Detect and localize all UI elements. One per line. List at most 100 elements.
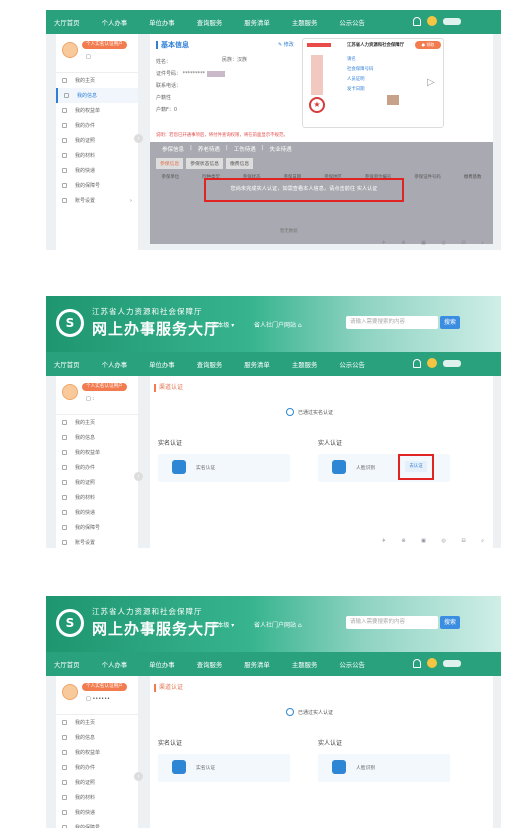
apply-button[interactable]: ● 领取 [415, 41, 441, 49]
sidebar-item-materials[interactable]: 我的材料 [56, 148, 138, 163]
region-select[interactable]: ☆省本级 ▾ [206, 620, 234, 629]
user-name: □ [86, 54, 91, 60]
nav-item[interactable]: 个人办事 [102, 660, 128, 669]
nav-item[interactable]: 服务清单 [244, 18, 270, 27]
sidebar-item-info[interactable]: 我的信息 [56, 430, 138, 445]
gear-icon [62, 198, 67, 203]
main-panel: 渠道认证 已通过实人认证 实名认证 实人认证 实名认证 人脸识别 [150, 676, 493, 828]
nav-item[interactable]: 服务清单 [244, 360, 270, 369]
realname-card[interactable]: 实名认证 [158, 754, 290, 782]
realperson-title: 实人认证 [318, 440, 343, 447]
user-menu-icon[interactable] [443, 17, 461, 25]
alert-text[interactable]: 您尚未完成实人认证，如需查看本人信息，请点击前往 实人认证 [206, 180, 402, 199]
search-button[interactable]: 搜索 [440, 616, 460, 629]
sidebar-item-info[interactable]: 我的信息 [56, 88, 138, 103]
sidebar-item-tasks[interactable]: 我的办件 [56, 118, 138, 133]
subtab-status[interactable]: 参保状态信息 [186, 158, 223, 169]
sidebar-item-materials[interactable]: 我的材料 [56, 490, 138, 505]
sidebar-item-settings[interactable]: 账号设置 [56, 535, 138, 548]
sidebar-item-express[interactable]: 我的快递 [56, 163, 138, 178]
collapse-button[interactable]: ‹ [134, 772, 143, 781]
subtab-insurance[interactable]: 参保信息 [156, 158, 184, 169]
edit-link[interactable]: ✎ 修改 [278, 41, 294, 48]
sidebar-item-materials[interactable]: 我的材料 [56, 790, 138, 805]
column-header: 参保证件号码 [414, 175, 441, 180]
nav-item[interactable]: 公示公告 [339, 660, 365, 669]
sidebar-item-tasks[interactable]: 我的办件 [56, 760, 138, 775]
banner-title: 网上办事服务大厅 [92, 320, 221, 338]
sidebar-item-rights[interactable]: 我的权益单 [56, 445, 138, 460]
sidebar-item-settings[interactable]: 账号设置 › [56, 193, 138, 208]
nav-item[interactable]: 公示公告 [339, 18, 365, 27]
avatar-icon[interactable] [427, 16, 437, 26]
sidebar-item-express[interactable]: 我的快递 [56, 505, 138, 520]
card-icon [62, 780, 67, 785]
check-circle-icon [286, 408, 294, 416]
sidebar-item-guarantee[interactable]: 我的保障号 [56, 820, 138, 828]
nav-item[interactable]: 单位办事 [149, 660, 175, 669]
tab-injury[interactable]: 工伤待遇 [228, 145, 262, 153]
nav-item[interactable]: 个人办事 [102, 18, 128, 27]
sidebar-item-guarantee[interactable]: 我的保障号 [56, 520, 138, 535]
nav-item[interactable]: 查询服务 [197, 660, 223, 669]
screenshot-personal-info: 大厅首页 个人办事 单位办事 查询服务 服务清单 主题服务 公示公告 个人实名认… [46, 10, 501, 250]
nav-item[interactable]: 个人办事 [102, 360, 128, 369]
avatar-icon[interactable] [427, 658, 437, 668]
card-link[interactable]: 人员证明 [347, 75, 373, 85]
bell-icon[interactable] [413, 658, 421, 668]
nav-item[interactable]: 查询服务 [197, 360, 223, 369]
nav-item[interactable]: 主题服务 [292, 360, 318, 369]
top-nav: 大厅首页 个人办事 单位办事 查询服务 服务清单 主题服务 公示公告 [46, 652, 501, 676]
nav-item[interactable]: 服务清单 [244, 660, 270, 669]
sidebar-item-guarantee[interactable]: 我的保障号 [56, 178, 138, 193]
nav-item[interactable]: 主题服务 [292, 660, 318, 669]
realperson-card[interactable]: 人脸识别 [318, 754, 450, 782]
nav-item[interactable]: 大厅首页 [54, 18, 80, 27]
sidebar-item-home[interactable]: 我的主页 [56, 715, 138, 730]
nav-item[interactable]: 大厅首页 [54, 360, 80, 369]
go-verify-button[interactable]: 去认证 [405, 461, 427, 472]
user-menu-icon[interactable] [443, 359, 461, 367]
card-link[interactable]: 社会保障号码 [347, 65, 373, 75]
nav-item[interactable]: 单位办事 [149, 360, 175, 369]
sidebar-item-rights[interactable]: 我的权益单 [56, 745, 138, 760]
sidebar-item-home[interactable]: 我的主页 [56, 415, 138, 430]
field-name: 姓名： [156, 59, 172, 65]
subtab-payment[interactable]: 缴费信息 [226, 158, 254, 169]
tab-insurance[interactable]: 参保信息 [156, 145, 190, 153]
sidebar-item-home[interactable]: 我的主页 [56, 73, 138, 88]
card-link[interactable]: 请名 [347, 55, 373, 65]
bell-icon[interactable] [413, 16, 421, 26]
sidebar-item-rights[interactable]: 我的权益单 [56, 103, 138, 118]
sidebar-item-express[interactable]: 我的快递 [56, 805, 138, 820]
nav-item[interactable]: 大厅首页 [54, 660, 80, 669]
sidebar-item-label: 我的证照 [75, 780, 96, 786]
user-icon [62, 735, 67, 740]
collapse-button[interactable]: ‹ [134, 472, 143, 481]
card-link[interactable]: 发卡日期 [347, 85, 373, 95]
chevron-right-icon[interactable]: ▷ [427, 77, 435, 88]
search-button[interactable]: 搜索 [440, 316, 460, 329]
search-input[interactable]: 请输入需要搜索的内容 [346, 616, 438, 629]
portal-link[interactable]: 省人社门户网站 ⌂ [254, 620, 302, 629]
nav-item[interactable]: 单位办事 [149, 18, 175, 27]
avatar-icon[interactable] [427, 358, 437, 368]
nav-item[interactable]: 公示公告 [339, 360, 365, 369]
bell-icon[interactable] [413, 358, 421, 368]
sidebar-item-licenses[interactable]: 我的证照 [56, 775, 138, 790]
tab-pension[interactable]: 养老待遇 [192, 145, 226, 153]
sidebar-item-licenses[interactable]: 我的证照 [56, 475, 138, 490]
nav-item[interactable]: 主题服务 [292, 18, 318, 27]
user-menu-icon[interactable] [443, 659, 461, 667]
nav-item[interactable]: 查询服务 [197, 18, 223, 27]
region-select[interactable]: ☆省本级 ▾ [206, 320, 234, 329]
sidebar-item-info[interactable]: 我的信息 [56, 730, 138, 745]
search-input[interactable]: 请输入需要搜索的内容 [346, 316, 438, 329]
tab-unemployment[interactable]: 失业待遇 [264, 145, 298, 153]
sidebar-item-licenses[interactable]: 我的证照 [56, 133, 138, 148]
sidebar-item-tasks[interactable]: 我的办件 [56, 460, 138, 475]
portal-link[interactable]: 省人社门户网站 ⌂ [254, 320, 302, 329]
realname-card[interactable]: 实名认证 [158, 454, 290, 482]
collapse-button[interactable]: ‹ [134, 134, 143, 143]
face-scan-icon [332, 760, 346, 774]
